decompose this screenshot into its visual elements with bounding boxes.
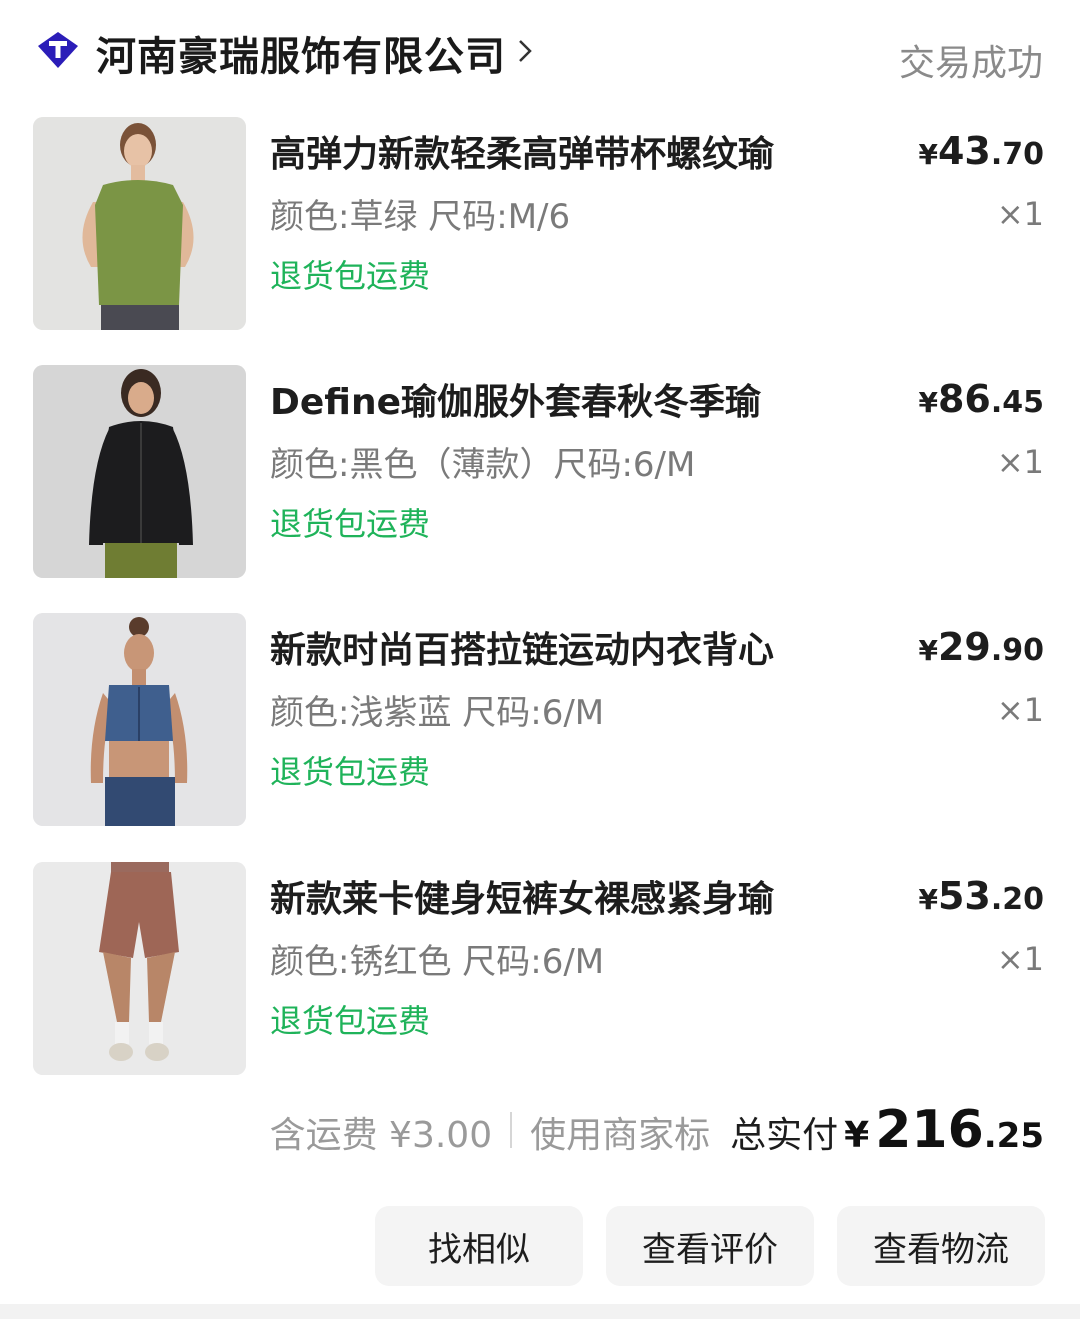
item-title[interactable]: 新款莱卡健身短裤女裸感紧身瑜 [270, 870, 830, 922]
price-integer: 86 [937, 377, 991, 421]
item-spec: 颜色:黑色（薄款）尺码:6/M [270, 445, 696, 485]
item-spec: 颜色:浅紫蓝 尺码:6/M [270, 693, 605, 733]
price-currency: ¥ [918, 634, 938, 667]
find-similar-button[interactable]: 找相似 [375, 1206, 583, 1286]
return-shipping-tag: 退货包运费 [270, 505, 431, 543]
order-item[interactable]: 高弹力新款轻柔高弹带杯螺纹瑜 颜色:草绿 尺码:M/6 退货包运费 ¥43.70… [0, 117, 1080, 331]
item-price: ¥86.45 [918, 377, 1044, 421]
item-spec: 颜色:锈红色 尺码:6/M [270, 942, 605, 982]
item-quantity: ×1 [996, 195, 1044, 233]
price-currency: ¥ [918, 138, 938, 171]
return-shipping-tag: 退货包运费 [270, 1002, 431, 1040]
total-decimal: .25 [983, 1116, 1044, 1156]
merchant-mark: 使用商家标 [530, 1115, 711, 1156]
price-currency: ¥ [918, 883, 938, 916]
green-tank-top-photo[interactable] [33, 117, 246, 330]
bottom-divider [0, 1304, 1080, 1319]
price-integer: 43 [937, 129, 991, 173]
item-title[interactable]: 新款时尚百搭拉链运动内衣背心 [270, 621, 830, 673]
price-integer: 29 [937, 625, 991, 669]
price-decimal: .70 [990, 137, 1044, 172]
price-currency: ¥ [918, 386, 938, 419]
total-integer: 216 [875, 1100, 984, 1160]
return-shipping-tag: 退货包运费 [270, 753, 431, 791]
summary-divider [510, 1112, 513, 1148]
item-title[interactable]: 高弹力新款轻柔高弹带杯螺纹瑜 [270, 125, 830, 177]
item-price: ¥53.20 [918, 874, 1044, 918]
order-header: 河南豪瑞服饰有限公司 交易成功 [0, 0, 1080, 100]
price-decimal: .45 [990, 385, 1044, 420]
view-logistics-button[interactable]: 查看物流 [837, 1206, 1045, 1286]
black-jacket-photo[interactable] [33, 365, 246, 578]
price-integer: 53 [937, 874, 991, 918]
blue-sports-bra-photo[interactable] [33, 613, 246, 826]
order-card: 河南豪瑞服饰有限公司 交易成功 高弹力新款轻柔高弹带杯螺纹瑜 颜色:草绿 尺码:… [0, 0, 1080, 1319]
rust-shorts-photo[interactable] [33, 862, 246, 1075]
total-paid-label: 总实付 [730, 1115, 839, 1156]
item-price: ¥43.70 [918, 129, 1044, 173]
price-decimal: .20 [990, 882, 1044, 917]
item-spec: 颜色:草绿 尺码:M/6 [270, 197, 571, 237]
order-item[interactable]: 新款时尚百搭拉链运动内衣背心 颜色:浅紫蓝 尺码:6/M 退货包运费 ¥29.9… [0, 613, 1080, 827]
return-shipping-tag: 退货包运费 [270, 257, 431, 295]
order-item[interactable]: Define瑜伽服外套春秋冬季瑜 颜色:黑色（薄款）尺码:6/M 退货包运费 ¥… [0, 365, 1080, 579]
item-quantity: ×1 [996, 443, 1044, 481]
item-price: ¥29.90 [918, 625, 1044, 669]
view-review-button[interactable]: 查看评价 [606, 1206, 814, 1286]
order-item[interactable]: 新款莱卡健身短裤女裸感紧身瑜 颜色:锈红色 尺码:6/M 退货包运费 ¥53.2… [0, 862, 1080, 1076]
item-title[interactable]: Define瑜伽服外套春秋冬季瑜 [270, 373, 830, 425]
chevron-right-icon[interactable] [515, 38, 535, 64]
item-quantity: ×1 [996, 691, 1044, 729]
total-currency: ¥ [844, 1115, 870, 1156]
order-status: 交易成功 [898, 43, 1043, 84]
item-quantity: ×1 [996, 940, 1044, 978]
shop-name[interactable]: 河南豪瑞服饰有限公司 [96, 24, 506, 82]
shipping-fee: 含运费 ¥3.00 [269, 1115, 493, 1156]
order-summary: 含运费 ¥3.00 使用商家标 总实付 ¥ 216 .25 [270, 1100, 1044, 1160]
shop-logo-icon[interactable] [36, 30, 80, 70]
price-decimal: .90 [990, 633, 1044, 668]
